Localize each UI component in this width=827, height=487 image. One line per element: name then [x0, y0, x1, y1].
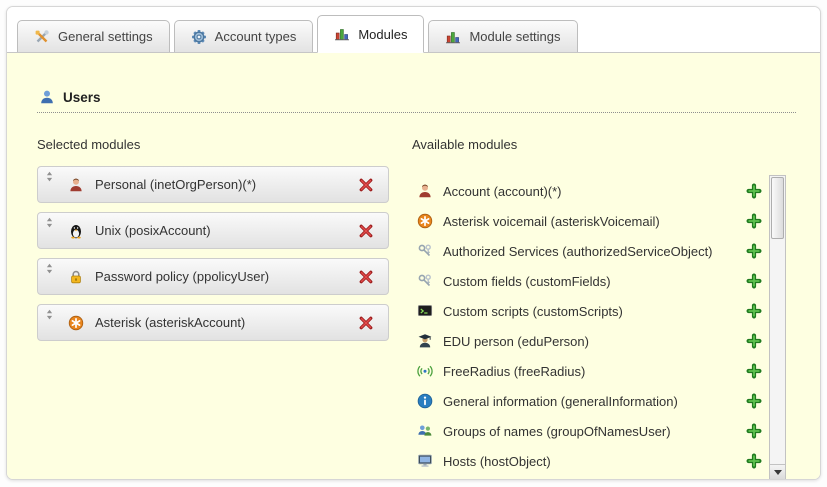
- add-module-icon[interactable]: [746, 363, 762, 379]
- remove-module-icon[interactable]: [358, 269, 374, 285]
- group-icon: [417, 423, 433, 439]
- available-module-row: Custom fields (customFields): [412, 266, 762, 296]
- tab-account-types[interactable]: Account types: [174, 20, 314, 52]
- available-module-row: General information (generalInformation): [412, 386, 762, 416]
- asterisk-icon: [68, 315, 84, 331]
- available-module-row: Custom scripts (customScripts): [412, 296, 762, 326]
- add-module-icon[interactable]: [746, 393, 762, 409]
- scroll-down-icon: [774, 470, 782, 475]
- add-module-icon[interactable]: [746, 183, 762, 199]
- person-icon: [417, 183, 433, 199]
- drag-handle-icon[interactable]: [46, 171, 53, 182]
- selected-module-label: Personal (inetOrgPerson)(*): [95, 177, 358, 192]
- lam-configuration-window: General settings Account types Modules M…: [6, 6, 821, 480]
- graduate-icon: [417, 333, 433, 349]
- drag-handle-icon[interactable]: [46, 263, 53, 274]
- users-section-heading: Users: [37, 89, 796, 113]
- tab-label: Modules: [358, 27, 407, 42]
- add-module-icon[interactable]: [746, 303, 762, 319]
- tab-general-settings[interactable]: General settings: [17, 20, 170, 52]
- available-modules-column: Available modules Account (account)(*) A…: [412, 137, 796, 476]
- available-module-row: Groups of names (groupOfNamesUser): [412, 416, 762, 446]
- selected-module-row: Personal (inetOrgPerson)(*): [37, 166, 389, 203]
- gear-icon: [191, 29, 207, 45]
- remove-module-icon[interactable]: [358, 177, 374, 193]
- add-module-icon[interactable]: [746, 243, 762, 259]
- vertical-scrollbar[interactable]: [769, 175, 786, 480]
- available-module-row: EDU person (eduPerson): [412, 326, 762, 356]
- available-module-label: Custom fields (customFields): [443, 274, 736, 289]
- keys-icon: [417, 243, 433, 259]
- tab-modules[interactable]: Modules: [317, 15, 424, 53]
- computer-icon: [417, 453, 433, 469]
- available-module-row: Hosts (hostObject): [412, 446, 762, 476]
- available-module-row: FreeRadius (freeRadius): [412, 356, 762, 386]
- tab-bar: General settings Account types Modules M…: [7, 7, 820, 53]
- add-module-icon[interactable]: [746, 273, 762, 289]
- selected-module-row: Password policy (ppolicyUser): [37, 258, 389, 295]
- drag-handle-icon[interactable]: [46, 217, 53, 228]
- available-module-row: Authorized Services (authorizedServiceOb…: [412, 236, 762, 266]
- available-module-label: Authorized Services (authorizedServiceOb…: [443, 244, 736, 259]
- tab-label: Account types: [215, 29, 297, 44]
- selected-modules-heading: Selected modules: [37, 137, 389, 152]
- chart-icon: [334, 26, 350, 42]
- remove-module-icon[interactable]: [358, 223, 374, 239]
- info-icon: [417, 393, 433, 409]
- tab-label: General settings: [58, 29, 153, 44]
- padlock-icon: [68, 269, 84, 285]
- available-module-label: Groups of names (groupOfNamesUser): [443, 424, 736, 439]
- selected-modules-column: Selected modules Personal (inetOrgPerson…: [37, 137, 389, 476]
- chart-icon: [445, 29, 461, 45]
- section-title: Users: [63, 90, 101, 105]
- person-icon: [68, 177, 84, 193]
- selected-module-label: Asterisk (asteriskAccount): [95, 315, 358, 330]
- scrollbar-thumb[interactable]: [771, 177, 784, 239]
- asterisk-icon: [417, 213, 433, 229]
- available-module-label: Hosts (hostObject): [443, 454, 736, 469]
- keys-icon: [417, 273, 433, 289]
- tab-module-settings[interactable]: Module settings: [428, 20, 577, 52]
- add-module-icon[interactable]: [746, 333, 762, 349]
- available-modules-list: Account (account)(*) Asterisk voicemail …: [412, 176, 762, 476]
- available-module-label: General information (generalInformation): [443, 394, 736, 409]
- available-module-label: FreeRadius (freeRadius): [443, 364, 736, 379]
- available-module-label: Custom scripts (customScripts): [443, 304, 736, 319]
- scroll-down-button[interactable]: [770, 464, 785, 480]
- selected-module-label: Unix (posixAccount): [95, 223, 358, 238]
- available-module-row: Account (account)(*): [412, 176, 762, 206]
- add-module-icon[interactable]: [746, 453, 762, 469]
- add-module-icon[interactable]: [746, 423, 762, 439]
- add-module-icon[interactable]: [746, 213, 762, 229]
- available-module-label: Account (account)(*): [443, 184, 736, 199]
- available-module-row: Asterisk voicemail (asteriskVoicemail): [412, 206, 762, 236]
- selected-module-row: Asterisk (asteriskAccount): [37, 304, 389, 341]
- available-module-label: Asterisk voicemail (asteriskVoicemail): [443, 214, 736, 229]
- terminal-icon: [417, 303, 433, 319]
- tab-label: Module settings: [469, 29, 560, 44]
- user-icon: [39, 89, 55, 105]
- drag-handle-icon[interactable]: [46, 309, 53, 320]
- signal-icon: [417, 363, 433, 379]
- selected-module-label: Password policy (ppolicyUser): [95, 269, 358, 284]
- available-modules-heading: Available modules: [412, 137, 762, 152]
- module-columns: Selected modules Personal (inetOrgPerson…: [37, 137, 796, 476]
- penguin-icon: [68, 223, 84, 239]
- selected-module-row: Unix (posixAccount): [37, 212, 389, 249]
- content-area: Users Selected modules Personal (inetOrg…: [7, 53, 820, 479]
- available-module-label: EDU person (eduPerson): [443, 334, 736, 349]
- tools-icon: [34, 29, 50, 45]
- remove-module-icon[interactable]: [358, 315, 374, 331]
